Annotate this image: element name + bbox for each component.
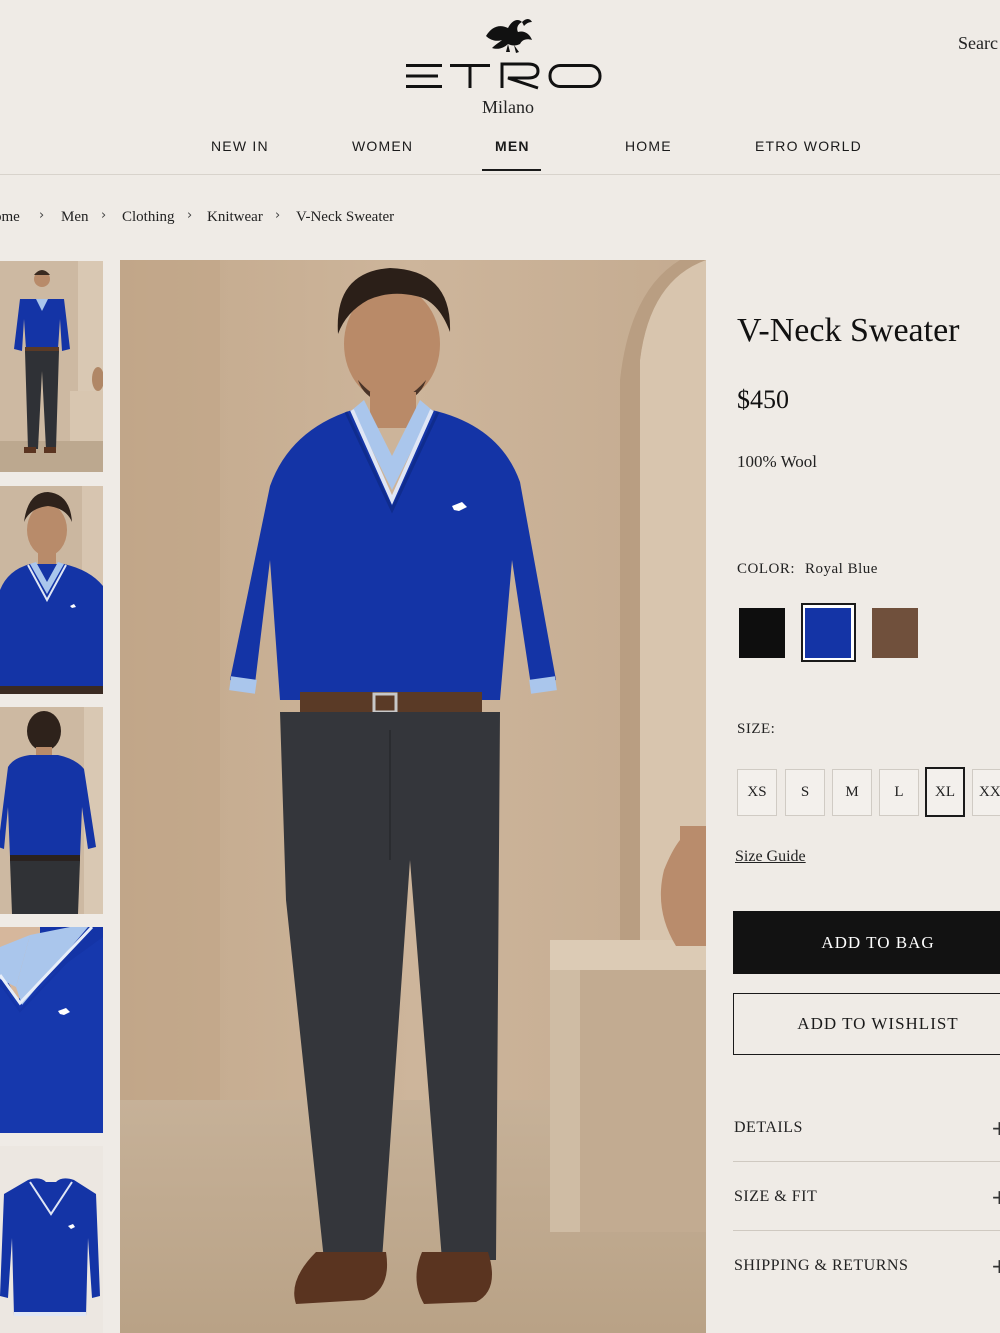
product-title: V-Neck Sweater (737, 312, 960, 349)
chevron-right-icon: › (39, 208, 45, 223)
etro-wordmark[interactable] (404, 60, 604, 92)
main-nav: NEW IN WOMEN MEN HOME ETRO WORLD (0, 138, 1000, 174)
chevron-right-icon: › (187, 208, 193, 223)
accordion-label: SHIPPING & RETURNS (734, 1257, 909, 1274)
nav-item-men[interactable]: MEN (495, 138, 530, 154)
chevron-right-icon: › (101, 208, 107, 223)
swatch-royal-blue[interactable] (805, 608, 851, 658)
swatch-brown[interactable] (872, 608, 918, 658)
swatch-black[interactable] (739, 608, 785, 658)
color-label: COLOR: (737, 561, 796, 577)
plus-icon[interactable]: + (991, 1185, 1000, 1209)
size-option-xl[interactable]: XL (925, 767, 965, 817)
size-option-s[interactable]: S (785, 769, 825, 816)
breadcrumb-home[interactable]: ome (0, 209, 20, 226)
accordion-divider (733, 1161, 1000, 1162)
header-divider (0, 174, 1000, 175)
color-value: Royal Blue (805, 561, 878, 577)
pegaso-logo-icon[interactable] (478, 16, 538, 60)
plus-icon[interactable]: + (991, 1254, 1000, 1278)
nav-item-etro-world[interactable]: ETRO WORLD (755, 138, 862, 154)
size-selector-label: SIZE: (737, 721, 776, 737)
full-body-photo-icon (0, 261, 103, 472)
accordion-size-fit[interactable]: SIZE & FIT + (733, 1185, 1000, 1228)
nav-item-home[interactable]: HOME (625, 138, 672, 154)
accordion-divider (733, 1230, 1000, 1231)
size-option-xs[interactable]: XS (737, 769, 777, 816)
thumbnail-flat-lay[interactable] (0, 1146, 103, 1333)
product-price: $450 (737, 385, 789, 414)
breadcrumb-clothing[interactable]: Clothing (122, 209, 175, 226)
back-view-photo-icon (0, 707, 103, 914)
size-option-l[interactable]: L (879, 769, 919, 816)
main-product-image[interactable] (120, 260, 706, 1333)
nav-item-women[interactable]: WOMEN (352, 138, 413, 154)
chevron-right-icon: › (275, 208, 281, 223)
upper-body-photo-icon (0, 486, 103, 694)
search-link[interactable]: Searc (958, 33, 998, 54)
accordion-shipping-returns[interactable]: SHIPPING & RETURNS + (733, 1254, 1000, 1297)
add-to-bag-button[interactable]: ADD TO BAG (733, 911, 1000, 974)
plus-icon[interactable]: + (991, 1116, 1000, 1140)
add-to-wishlist-button[interactable]: ADD TO WISHLIST (733, 993, 1000, 1055)
breadcrumb-men[interactable]: Men (61, 209, 89, 226)
size-option-m[interactable]: M (832, 769, 872, 816)
accordion-label: SIZE & FIT (734, 1188, 818, 1205)
collar-detail-photo-icon (0, 927, 103, 1133)
color-selector-label: COLOR: Royal Blue (737, 561, 878, 578)
nav-item-new-in[interactable]: NEW IN (211, 138, 269, 154)
size-guide-link[interactable]: Size Guide (735, 848, 806, 866)
model-full-length-photo-icon (120, 260, 706, 1333)
site-header: Milano Searc NEW IN WOMEN MEN HOME ETRO … (0, 0, 1000, 176)
accordion-details[interactable]: DETAILS + (733, 1116, 1000, 1159)
thumbnail-back-view[interactable] (0, 707, 103, 914)
breadcrumb-current: V-Neck Sweater (296, 209, 395, 225)
thumbnail-full-body[interactable] (0, 261, 103, 472)
thumbnail-upper-body[interactable] (0, 486, 103, 694)
accordion-label: DETAILS (734, 1119, 803, 1136)
active-nav-indicator (482, 169, 541, 171)
thumbnail-collar-detail[interactable] (0, 927, 103, 1133)
flat-lay-photo-icon (0, 1146, 103, 1333)
breadcrumb-knitwear[interactable]: Knitwear (207, 209, 263, 226)
size-option-xxl[interactable]: XXL (972, 769, 1000, 816)
brand-subtitle: Milano (482, 97, 534, 117)
product-material: 100% Wool (737, 452, 818, 471)
